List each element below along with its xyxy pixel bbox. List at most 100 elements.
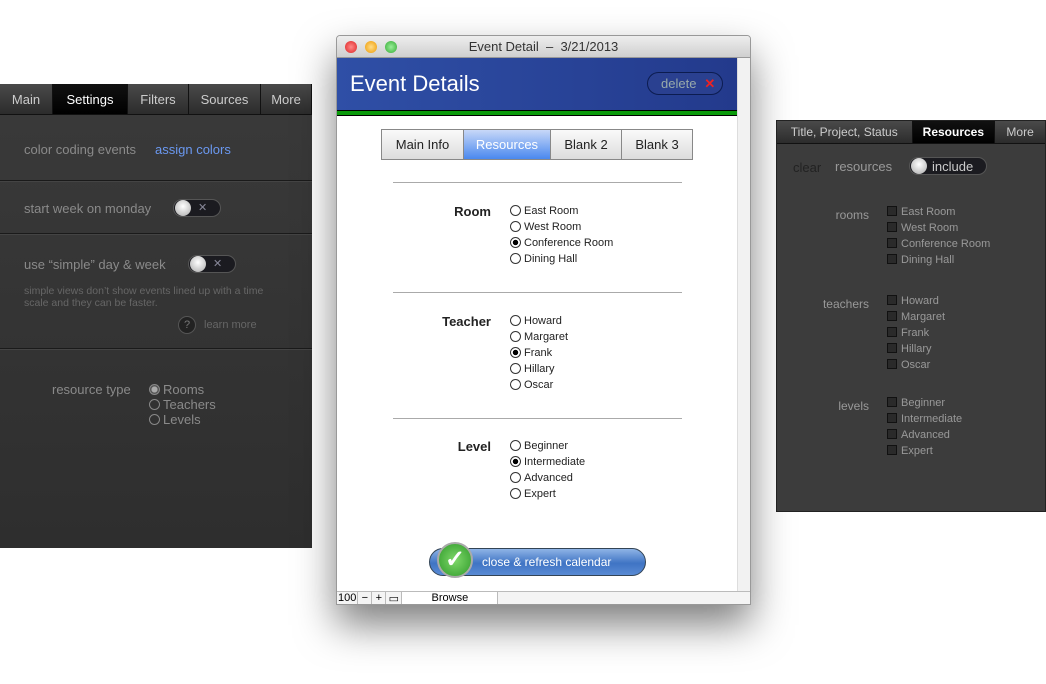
checkbox-option[interactable]: Intermediate bbox=[887, 411, 962, 427]
radio-option[interactable]: Oscar bbox=[510, 377, 553, 393]
checkbox-option[interactable]: Dining Hall bbox=[887, 252, 954, 268]
clear-button[interactable]: clear bbox=[793, 160, 821, 175]
radio-button[interactable] bbox=[510, 488, 521, 499]
checkbox-option[interactable]: East Room bbox=[887, 204, 955, 220]
simple-view-help: simple views don’t show events lined up … bbox=[24, 285, 264, 309]
zoom-level[interactable]: 100 bbox=[337, 592, 359, 604]
radio-option[interactable]: Expert bbox=[510, 486, 556, 502]
settings-panel: Main Settings Filters Sources More color… bbox=[0, 84, 312, 548]
radio-option[interactable]: East Room bbox=[510, 203, 578, 219]
checkbox[interactable] bbox=[887, 429, 897, 439]
radio-button[interactable] bbox=[510, 440, 521, 451]
radio-option[interactable]: West Room bbox=[510, 219, 581, 235]
checkbox-option[interactable]: Oscar bbox=[887, 357, 930, 373]
option-label: Margaret bbox=[901, 311, 946, 323]
scrollbar[interactable] bbox=[737, 58, 750, 591]
radio-option[interactable]: Frank bbox=[510, 345, 552, 361]
tab-sources[interactable]: Sources bbox=[189, 84, 261, 114]
radio-button[interactable] bbox=[510, 315, 521, 326]
checkbox[interactable] bbox=[887, 343, 897, 353]
radio-button[interactable] bbox=[510, 347, 521, 358]
group-label: Teacher bbox=[442, 314, 491, 329]
checkbox[interactable] bbox=[887, 206, 897, 216]
tab-blank-2[interactable]: Blank 2 bbox=[551, 130, 622, 159]
tab-settings[interactable]: Settings bbox=[53, 84, 128, 114]
checkbox-option[interactable]: Conference Room bbox=[887, 236, 990, 252]
checkbox-option[interactable]: West Room bbox=[887, 220, 958, 236]
checkbox[interactable] bbox=[887, 222, 897, 232]
checkbox-option[interactable]: Margaret bbox=[887, 309, 945, 325]
checkbox[interactable] bbox=[887, 445, 897, 455]
radio-teachers[interactable]: Teachers bbox=[149, 397, 216, 412]
checkbox[interactable] bbox=[887, 238, 897, 248]
close-window-button[interactable] bbox=[345, 41, 357, 53]
checkbox[interactable] bbox=[887, 295, 897, 305]
radio-levels[interactable]: Levels bbox=[149, 412, 216, 427]
radio-option[interactable]: Howard bbox=[510, 313, 562, 329]
radio-option[interactable]: Margaret bbox=[510, 329, 568, 345]
checkbox[interactable] bbox=[887, 254, 897, 264]
option-label: West Room bbox=[901, 222, 959, 234]
tab-more[interactable]: More bbox=[995, 121, 1045, 143]
checkbox[interactable] bbox=[887, 311, 897, 321]
detail-tabs: Main Info Resources Blank 2 Blank 3 bbox=[381, 129, 693, 160]
radio-button[interactable] bbox=[510, 363, 521, 374]
window-title: Event Detail – 3/21/2013 bbox=[468, 39, 619, 54]
tab-blank-3[interactable]: Blank 3 bbox=[622, 130, 692, 159]
tab-main-info[interactable]: Main Info bbox=[382, 130, 464, 159]
tab-more[interactable]: More bbox=[261, 84, 312, 114]
tab-title-project-status[interactable]: Title, Project, Status bbox=[777, 121, 913, 143]
tab-resources[interactable]: Resources bbox=[464, 130, 551, 159]
simple-view-toggle[interactable]: ✕ bbox=[188, 255, 236, 273]
zoom-in-icon[interactable]: + bbox=[372, 592, 387, 604]
radio-option[interactable]: Beginner bbox=[510, 438, 568, 454]
group-label: Level bbox=[457, 439, 491, 454]
tab-resources[interactable]: Resources bbox=[912, 121, 996, 143]
radio-option[interactable]: Advanced bbox=[510, 470, 573, 486]
assign-colors-link[interactable]: assign colors bbox=[155, 142, 231, 157]
checkbox[interactable] bbox=[887, 413, 897, 423]
radio-button[interactable] bbox=[510, 472, 521, 483]
radio-option[interactable]: Conference Room bbox=[510, 235, 613, 251]
resource-type-label: resource type bbox=[52, 382, 131, 397]
radio-button[interactable] bbox=[510, 331, 521, 342]
radio-rooms[interactable]: Rooms bbox=[149, 382, 216, 397]
option-label: Advanced bbox=[524, 472, 573, 484]
option-label: Oscar bbox=[524, 379, 554, 391]
start-week-toggle[interactable]: ✕ bbox=[173, 199, 221, 217]
checkbox-option[interactable]: Hillary bbox=[887, 341, 932, 357]
checkbox[interactable] bbox=[887, 327, 897, 337]
checkbox-option[interactable]: Expert bbox=[887, 443, 933, 459]
include-toggle[interactable]: include bbox=[909, 157, 987, 175]
divider bbox=[0, 233, 312, 235]
radio-button[interactable] bbox=[510, 221, 521, 232]
tab-main[interactable]: Main bbox=[0, 84, 53, 114]
zoom-window-button[interactable] bbox=[385, 41, 397, 53]
minimize-window-button[interactable] bbox=[365, 41, 377, 53]
radio-button[interactable] bbox=[510, 379, 521, 390]
learn-more-link[interactable]: learn more bbox=[204, 319, 257, 331]
checkbox-option[interactable]: Beginner bbox=[887, 395, 945, 411]
option-label: Hillary bbox=[901, 343, 932, 355]
zoom-out-icon[interactable]: − bbox=[358, 592, 373, 604]
delete-button[interactable]: delete ✕ bbox=[647, 72, 723, 95]
radio-option[interactable]: Hillary bbox=[510, 361, 555, 377]
checkbox[interactable] bbox=[887, 397, 897, 407]
checkbox[interactable] bbox=[887, 359, 897, 369]
toggle-toolbar-icon[interactable]: ▭ bbox=[386, 592, 403, 604]
radio-button[interactable] bbox=[510, 253, 521, 264]
checkmark-icon[interactable]: ✓ bbox=[437, 542, 473, 578]
help-icon[interactable]: ? bbox=[178, 316, 196, 334]
checkbox-option[interactable]: Howard bbox=[887, 293, 939, 309]
group-label: teachers bbox=[822, 297, 869, 311]
radio-option[interactable]: Intermediate bbox=[510, 454, 585, 470]
mode-indicator[interactable]: Browse bbox=[402, 592, 499, 604]
radio-button[interactable] bbox=[510, 456, 521, 467]
radio-option[interactable]: Dining Hall bbox=[510, 251, 577, 267]
checkbox-option[interactable]: Frank bbox=[887, 325, 929, 341]
simple-view-label: use “simple” day & week bbox=[24, 257, 166, 272]
radio-button[interactable] bbox=[510, 237, 521, 248]
tab-filters[interactable]: Filters bbox=[128, 84, 189, 114]
radio-button[interactable] bbox=[510, 205, 521, 216]
checkbox-option[interactable]: Advanced bbox=[887, 427, 950, 443]
